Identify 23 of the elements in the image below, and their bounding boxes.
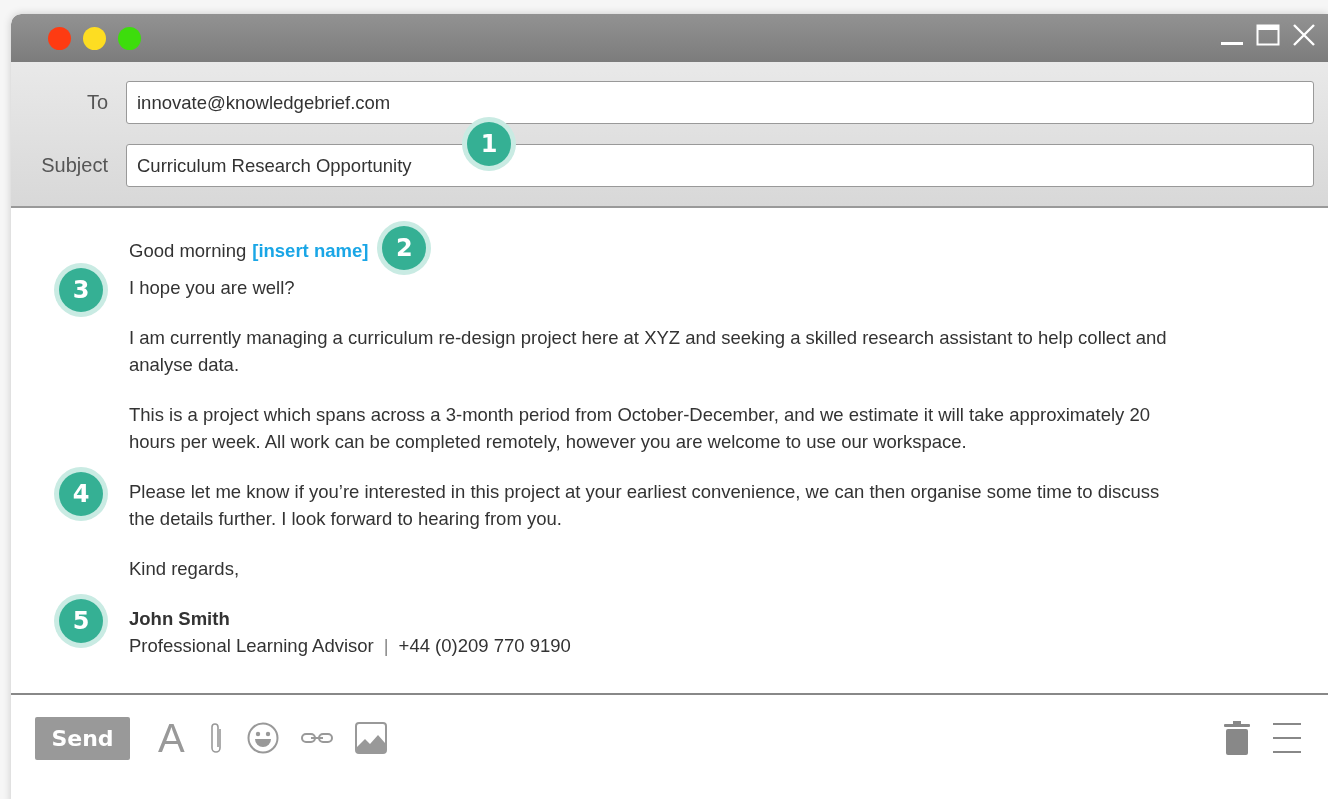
window-minimize-button[interactable] <box>83 26 106 50</box>
trash-icon[interactable] <box>1224 721 1250 755</box>
input-field[interactable]: innovate@knowledgebrief.com <box>126 81 1314 124</box>
close-icon[interactable] <box>1292 24 1316 46</box>
paragraph: This is a project which spans across a 3-month period from October-December, and we estimate it will take approximately 20 hours per week. All work can be completed remotely, however you are welcome to use our workspace. <box>129 403 1152 454</box>
paragraph: I hope you are well? <box>129 276 296 300</box>
paragraph: I am currently managing a curriculum re-design project here at XYZ and seeking a skilled research assistant to help collect and analyse data. <box>129 326 1168 377</box>
phone-number: +44 (0)209 770 9190 <box>398 635 571 656</box>
signature-name: John Smith <box>129 607 231 631</box>
paragraph: Please let me know if you’re interested in this project at your earliest convenience, we can then organise some time to discuss the details further. I look forward to hearing from you. <box>129 480 1161 531</box>
link-icon[interactable] <box>300 731 333 745</box>
separator: | <box>383 635 389 656</box>
signature-title: Professional Learning Advisor <box>129 635 374 656</box>
image-icon[interactable] <box>354 722 387 754</box>
field-label: To <box>85 91 109 114</box>
window-zoom-button[interactable] <box>118 26 141 50</box>
maximize-icon[interactable] <box>1256 24 1280 46</box>
merge-tag: [insert name] <box>252 236 369 264</box>
field-label: Subject <box>40 154 109 177</box>
paragraph: Kind regards, <box>129 557 241 581</box>
menu-icon[interactable] <box>1272 722 1302 754</box>
smiley-icon[interactable] <box>246 722 279 754</box>
greeting-text: Good morning <box>129 238 247 263</box>
